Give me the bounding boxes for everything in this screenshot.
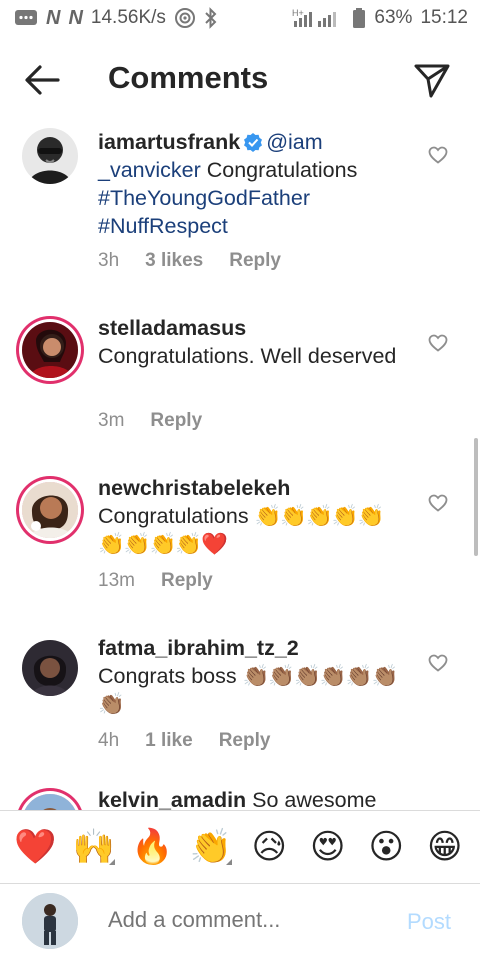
avatar[interactable] — [22, 128, 78, 184]
like-heart-icon[interactable] — [428, 494, 448, 512]
reply-button[interactable]: Reply — [229, 250, 281, 272]
comment-likes[interactable]: 1 like — [145, 730, 193, 752]
comment-text: Congratulations — [200, 158, 358, 182]
comment-username[interactable]: stelladamasus — [98, 316, 246, 340]
hotspot-icon — [174, 8, 195, 28]
network-n-icon-2: N — [68, 6, 83, 29]
reply-button[interactable]: Reply — [150, 410, 202, 432]
verified-badge-icon — [244, 133, 263, 152]
signal-icon: H+ — [292, 8, 337, 27]
header: Comments — [0, 44, 480, 116]
fire-icon[interactable]: 🔥 — [129, 827, 175, 867]
comment-time: 3h — [98, 250, 120, 271]
comment-text: So awesome — [246, 788, 377, 810]
avatar[interactable] — [22, 482, 78, 538]
like-heart-icon[interactable] — [428, 654, 448, 672]
post-button[interactable]: Post — [407, 909, 451, 935]
comment-input[interactable] — [108, 907, 388, 933]
comment-hashtag-2[interactable]: #NuffRespect — [98, 214, 228, 238]
comment-time: 13m — [98, 570, 135, 591]
reply-button[interactable]: Reply — [219, 730, 271, 752]
comment-meta: 13m Reply — [98, 570, 239, 592]
comment-username[interactable]: kelvin_amadin — [98, 788, 246, 810]
heart-eyes-icon[interactable]: 😍 — [305, 827, 351, 867]
sad-face-icon[interactable]: 😥 — [246, 827, 292, 867]
comment-meta: 4h 1 like Reply — [98, 730, 296, 752]
comment-body: iamartusfrank @iam _vanvicker Congratulat… — [98, 128, 408, 240]
comment-meta: 3h 3 likes Reply — [98, 250, 307, 272]
comment-meta: 3m Reply — [98, 410, 228, 432]
comments-list[interactable]: iamartusfrank @iam _vanvicker Congratulat… — [0, 120, 480, 810]
reply-button[interactable]: Reply — [161, 570, 213, 592]
direct-send-icon[interactable] — [412, 60, 452, 100]
my-avatar[interactable] — [22, 893, 78, 949]
grinning-icon[interactable]: 😁 — [422, 827, 468, 867]
network-speed: 14.56K/s — [90, 7, 166, 28]
comment-username[interactable]: newchristabelekeh — [98, 476, 290, 500]
comment-body: kelvin_amadin So awesome — [98, 786, 408, 810]
comment-time: 3m — [98, 410, 125, 431]
clapping-icon[interactable]: 👏 — [188, 827, 234, 867]
status-bar: N N 14.56K/s H+ 63% 15:12 — [0, 0, 480, 36]
avatar[interactable] — [22, 794, 78, 810]
comment-body: newchristabelekeh Congratulations 👏👏👏👏👏👏👏… — [98, 474, 408, 558]
avatar[interactable] — [22, 640, 78, 696]
heart-icon[interactable]: ❤️ — [12, 827, 58, 867]
comment-username[interactable]: fatma_ibrahim_tz_2 — [98, 636, 299, 660]
scrollbar[interactable] — [474, 438, 478, 556]
svg-text:H+: H+ — [292, 8, 304, 18]
reaction-bar: ❤️ 🙌 🔥 👏 😥 😍 😮 😁 — [0, 810, 480, 884]
comment-likes[interactable]: 3 likes — [145, 250, 203, 272]
comment-text: Congratulations. Well deserved — [98, 344, 397, 368]
like-heart-icon[interactable] — [428, 334, 448, 352]
battery-percent: 63% — [374, 7, 413, 28]
message-icon — [15, 10, 37, 25]
comment-text: Congratulations — [98, 504, 255, 528]
comment-body: fatma_ibrahim_tz_2 Congrats boss 👏🏽👏🏽👏🏽👏🏽… — [98, 634, 408, 718]
battery-icon — [353, 8, 366, 28]
like-heart-icon[interactable] — [428, 146, 448, 164]
comment-time: 4h — [98, 730, 120, 751]
raising-hands-icon[interactable]: 🙌 — [71, 827, 117, 867]
comment-composer: Post — [0, 885, 480, 960]
bluetooth-icon — [205, 7, 217, 29]
comment-body: stelladamasus Congratulations. Well deser… — [98, 314, 408, 370]
comment-text: Congrats boss — [98, 664, 243, 688]
page-title: Comments — [108, 60, 269, 95]
avatar[interactable] — [22, 322, 78, 378]
back-arrow-icon[interactable] — [22, 62, 62, 98]
comment-hashtag[interactable]: #TheYoungGodFather — [98, 186, 310, 210]
comment-username[interactable]: iamartusfrank — [98, 130, 240, 154]
network-n-icon: N — [46, 6, 61, 29]
clock: 15:12 — [420, 7, 468, 28]
surprised-icon[interactable]: 😮 — [363, 827, 409, 867]
